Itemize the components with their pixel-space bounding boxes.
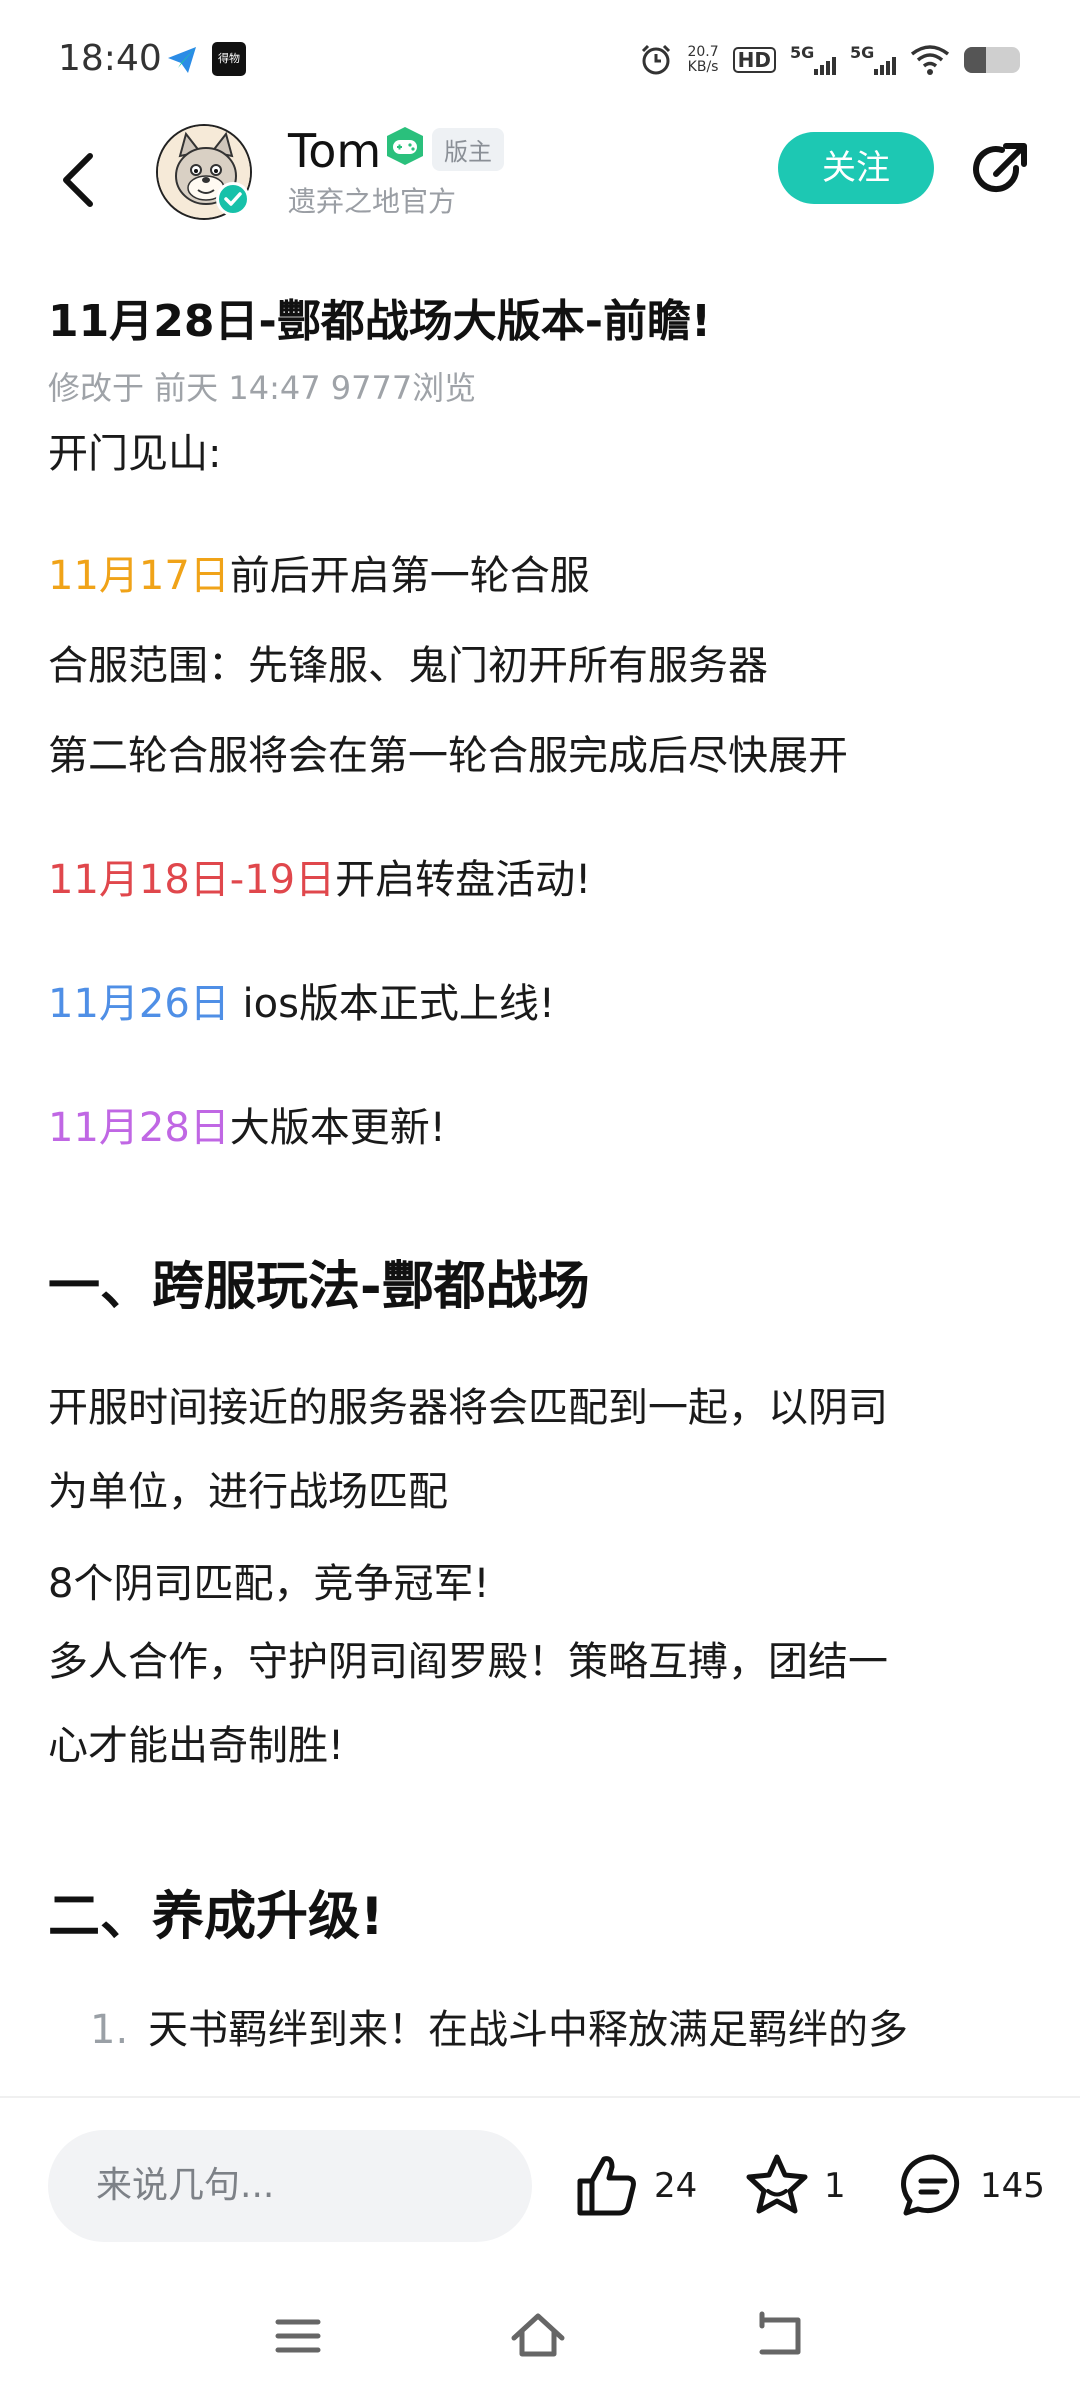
list-number: 1. [90,2007,129,2053]
sim2-signal-icon: 5G [850,43,896,77]
section-paragraph: 8个阴司匹配，竞争冠军! [48,1561,490,1607]
comment-bubble-icon [901,2154,960,2216]
section-heading: 二、养成升级! [48,1887,384,1947]
schedule-text: 前后开启第一轮合服 [229,553,590,599]
bottom-action-bar: 来说几句... 24 1 145 [0,2096,1080,2266]
post-header: Tom 版主 遗弃之地官方 关注 [0,120,1080,240]
wifi-icon [910,45,950,75]
gamepad-badge-icon [387,127,423,165]
status-indicators: 20.7 KB/s HD 5G 5G [639,40,1020,80]
post-title: 11月28日-酆都战场大版本-前瞻! [48,296,712,347]
paragraph-line: 多人合作，守护阴司阎罗殿！策略互搏，团结一 [48,1639,888,1685]
merge-scope-paragraph: 合服范围：先锋服、鬼门初开所有服务器 [48,643,768,689]
back-nav-icon[interactable] [748,2306,808,2366]
comment-count: 145 [980,2166,1045,2206]
paper-plane-icon [168,47,196,73]
comment-input[interactable]: 来说几句... [48,2130,532,2242]
highlight-date: 11月18日-19日 [48,857,336,903]
alarm-icon [642,44,671,75]
comment-button[interactable]: 145 [898,2148,1045,2224]
menu-icon[interactable] [268,2306,328,2366]
share-icon[interactable] [968,138,1032,202]
system-nav-bar [0,2266,1080,2400]
paragraph-line: 心才能出奇制胜! [48,1723,345,1769]
status-time: 18:40 [58,38,162,79]
favorite-button[interactable]: 1 [742,2148,846,2224]
home-icon[interactable] [508,2306,568,2366]
network-speed: 20.7 KB/s [687,45,718,75]
merge-second-round-paragraph: 第二轮合服将会在第一轮合服完成后尽快展开 [48,733,848,779]
list-item: 1. 天书羁绊到来！在战斗中释放满足羁绊的多 [48,2000,1038,2060]
follow-button[interactable]: 关注 [778,132,934,204]
author-name[interactable]: Tom [288,124,381,178]
like-button[interactable]: 24 [572,2148,697,2224]
status-bar: 18:40 得物 20.7 KB/s HD 5G 5G [0,0,1080,120]
schedule-text: ios版本正式上线! [229,981,555,1027]
highlight-date: 11月17日 [48,553,230,599]
dewu-app-icon: 得物 [212,42,246,76]
post-content: 11月28日-酆都战场大版本-前瞻! 修改于 前天 14:47 9777浏览 开… [48,292,1038,2060]
highlight-date: 11月26日 [48,981,230,1027]
author-subtitle: 遗弃之地官方 [288,185,457,218]
schedule-text: 开启转盘活动! [335,857,592,903]
sim2-label: 5G [850,43,875,62]
back-arrow-icon[interactable] [56,150,106,210]
section-paragraph: 开服时间接近的服务器将会匹配到一起，以阴司 为单位，进行战场匹配 [48,1366,1038,1534]
schedule-line: 11月28日大版本更新! [48,1098,1038,1158]
schedule-line: 11月26日 ios版本正式上线! [48,974,1038,1034]
favorite-count: 1 [824,2166,846,2206]
battery-icon [964,47,1020,73]
schedule-line: 11月18日-19日开启转盘活动! [48,850,1038,910]
sim1-signal-icon: 5G [790,43,836,77]
hd-voice-badge: HD [732,47,776,73]
sim1-label: 5G [790,43,815,62]
section-paragraph: 多人合作，守护阴司阎罗殿！策略互搏，团结一 心才能出奇制胜! [48,1620,1038,1788]
moderator-tag: 版主 [432,128,504,171]
paragraph-line: 开服时间接近的服务器将会匹配到一起，以阴司 [48,1385,888,1431]
thumbs-up-icon [577,2156,636,2216]
verified-badge-icon [216,182,250,216]
schedule-line: 11月17日前后开启第一轮合服 [48,546,1038,606]
network-speed-value: 20.7 [687,44,719,60]
like-count: 24 [654,2166,698,2206]
star-icon [746,2154,808,2214]
list-item-text: 天书羁绊到来！在战斗中释放满足羁绊的多 [148,2007,908,2053]
paragraph-line: 为单位，进行战场匹配 [48,1469,448,1515]
network-speed-unit: KB/s [687,59,719,75]
schedule-text: 大版本更新! [229,1105,446,1151]
highlight-date: 11月28日 [48,1105,230,1151]
section-heading: 一、跨服玩法-酆都战场 [48,1257,590,1317]
post-meta: 修改于 前天 14:47 9777浏览 [48,369,477,407]
intro-paragraph: 开门见山: [48,431,222,477]
